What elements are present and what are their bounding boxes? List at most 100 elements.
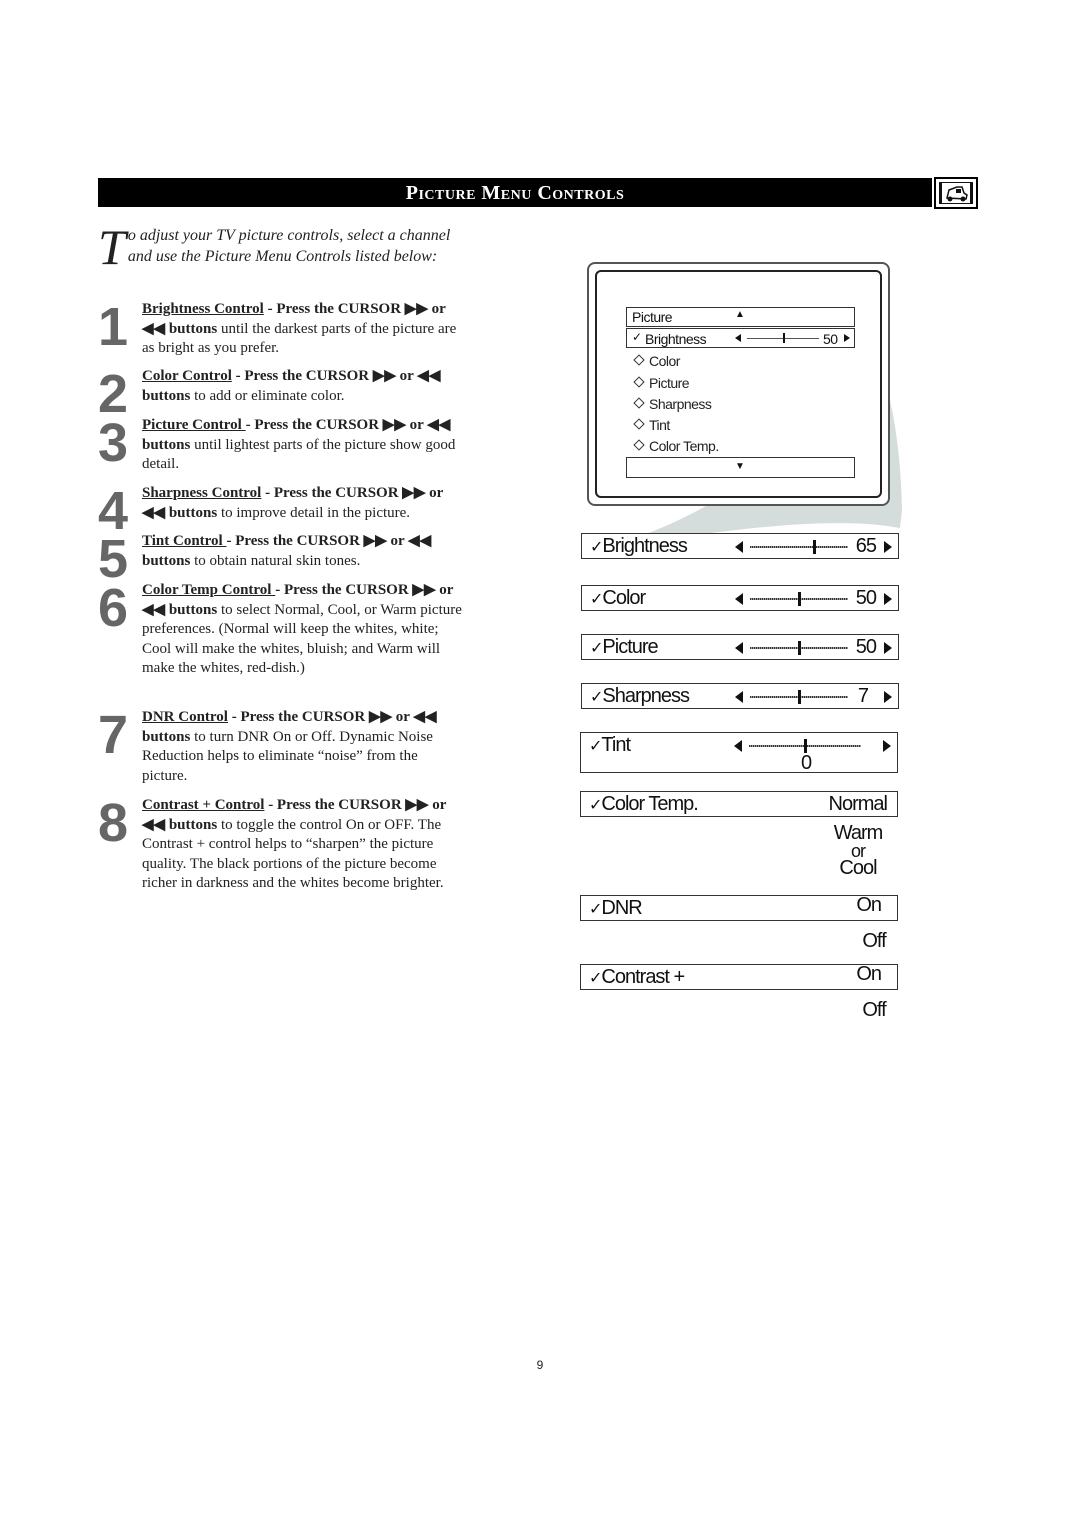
step-title: Color Control: [142, 368, 232, 384]
control-label: ✓Brightness: [590, 535, 688, 557]
tv-menu-selected-item[interactable]: ✓ Brightness 50: [626, 328, 855, 348]
check-icon: ✓: [589, 797, 602, 814]
check-icon: ✓: [590, 539, 603, 556]
contrast-plus-control[interactable]: ✓Contrast + On: [580, 963, 898, 990]
control-label: ✓Color Temp.: [589, 793, 699, 815]
check-icon: ✓: [589, 901, 602, 918]
step-title: Sharpness Control: [142, 485, 262, 501]
control-value: 50: [855, 636, 877, 658]
tv-menu-item-picture[interactable]: Picture: [633, 375, 690, 391]
check-icon: ✓: [589, 970, 602, 987]
menu-item-label: Sharpness: [649, 396, 712, 412]
step-6: 6 Color Temp Control - Press the CURSOR …: [98, 581, 463, 679]
step-title: Color Temp Control: [142, 582, 276, 598]
tv-menu-selected-label: Brightness: [645, 331, 707, 347]
slider-track: [749, 739, 861, 753]
down-arrow-icon[interactable]: ▼: [735, 461, 745, 472]
step-5: 5 Tint Control - Press the CURSOR ▶▶ or …: [98, 532, 463, 586]
brightness-control[interactable]: ✓Brightness 65: [581, 533, 899, 559]
tv-menu-header[interactable]: Picture ▲: [626, 307, 855, 327]
control-value: 0: [801, 752, 812, 774]
left-arrow-icon[interactable]: [734, 740, 742, 752]
step-text: to improve detail in the picture.: [217, 504, 411, 521]
step-7: 7 DNR Control - Press the CURSOR ▶▶ or ◀…: [98, 708, 463, 786]
step-3: 3 Picture Control - Press the CURSOR ▶▶ …: [98, 416, 463, 475]
slider-knob[interactable]: [798, 592, 801, 606]
section-title: Picture Menu Controls: [405, 182, 625, 204]
slider-track: [750, 592, 848, 606]
up-arrow-icon[interactable]: ▲: [735, 309, 745, 320]
control-value: On: [856, 894, 882, 916]
color-control[interactable]: ✓Color 50: [581, 585, 899, 611]
intro-paragraph: To adjust your TV picture controls, sele…: [98, 219, 458, 275]
color-temp-control[interactable]: ✓Color Temp. Normal: [580, 791, 898, 817]
control-label: ✓Color: [590, 587, 646, 609]
right-arrow-icon[interactable]: [884, 642, 892, 654]
slider-track: [750, 540, 848, 554]
tint-control[interactable]: ✓Tint 0: [580, 732, 898, 774]
control-value: On: [856, 963, 882, 985]
slider-track: [750, 690, 848, 704]
drop-cap: T: [98, 219, 126, 275]
diamond-icon: [633, 376, 645, 388]
check-icon: ✓: [590, 640, 603, 657]
control-value: 7: [857, 685, 869, 707]
diamond-icon: [633, 418, 645, 430]
slider-value: 50: [823, 331, 838, 347]
right-arrow-icon[interactable]: [884, 541, 892, 553]
step-2: 2 Color Control - Press the CURSOR ▶▶ or…: [98, 367, 463, 421]
step-text: to add or eliminate color.: [190, 387, 345, 404]
tv-menu-item-color[interactable]: Color: [633, 353, 680, 369]
dnr-control[interactable]: ✓DNR On: [580, 894, 898, 921]
diamond-icon: [633, 354, 645, 366]
step-number: 8: [98, 793, 129, 853]
menu-item-label: Color Temp.: [649, 438, 719, 454]
diamond-icon: [633, 439, 645, 451]
dnr-option-off: Off: [862, 930, 886, 952]
step-title: Tint Control: [142, 533, 227, 549]
tv-menu-item-sharpness[interactable]: Sharpness: [633, 396, 712, 412]
intro-text: o adjust your TV picture controls, selec…: [127, 227, 451, 265]
left-arrow-icon[interactable]: [735, 642, 743, 654]
tv-menu-item-tint[interactable]: Tint: [633, 417, 670, 433]
left-arrow-icon[interactable]: [735, 334, 741, 342]
step-1: 1 Brightness Control - Press the CURSOR …: [98, 300, 463, 359]
sharpness-control[interactable]: ✓Sharpness 7: [581, 683, 899, 709]
left-arrow-icon[interactable]: [735, 541, 743, 553]
step-title: Brightness Control: [142, 301, 264, 317]
color-temp-option-cool: Cool: [839, 857, 877, 879]
left-arrow-icon[interactable]: [735, 691, 743, 703]
slider-knob[interactable]: [798, 690, 801, 704]
page-number: 9: [536, 1358, 544, 1372]
section-header-bar: Picture Menu Controls: [98, 178, 932, 207]
slider-knob[interactable]: [798, 641, 801, 655]
contrast-option-off: Off: [862, 999, 886, 1021]
right-arrow-icon[interactable]: [844, 334, 850, 342]
step-title: Contrast + Control: [142, 797, 265, 813]
control-label: ✓Sharpness: [590, 685, 690, 707]
step-number: 1: [98, 297, 129, 357]
step-4: 4 Sharpness Control - Press the CURSOR ▶…: [98, 484, 463, 538]
picture-control[interactable]: ✓Picture 50: [581, 634, 899, 660]
menu-item-label: Picture: [649, 375, 690, 391]
control-value: 65: [855, 535, 877, 557]
slider-knob[interactable]: [783, 333, 785, 343]
right-arrow-icon[interactable]: [883, 740, 891, 752]
tv-menu-item-color-temp[interactable]: Color Temp.: [633, 438, 719, 454]
right-arrow-icon[interactable]: [884, 691, 892, 703]
check-icon: ✓: [632, 330, 643, 344]
step-title: DNR Control: [142, 709, 228, 725]
check-icon: ✓: [590, 591, 603, 608]
tv-menu-footer[interactable]: ▼: [626, 457, 855, 478]
step-number: 6: [98, 578, 129, 638]
right-arrow-icon[interactable]: [884, 593, 892, 605]
slider-knob[interactable]: [812, 540, 816, 554]
step-text: to obtain natural skin tones.: [190, 552, 361, 569]
check-icon: ✓: [590, 689, 603, 706]
tv-menu-header-label: Picture: [632, 309, 673, 325]
left-arrow-icon[interactable]: [735, 593, 743, 605]
check-icon: ✓: [589, 738, 602, 755]
control-label: ✓Contrast +: [589, 966, 685, 988]
step-number: 7: [98, 705, 129, 765]
diamond-icon: [633, 397, 645, 409]
